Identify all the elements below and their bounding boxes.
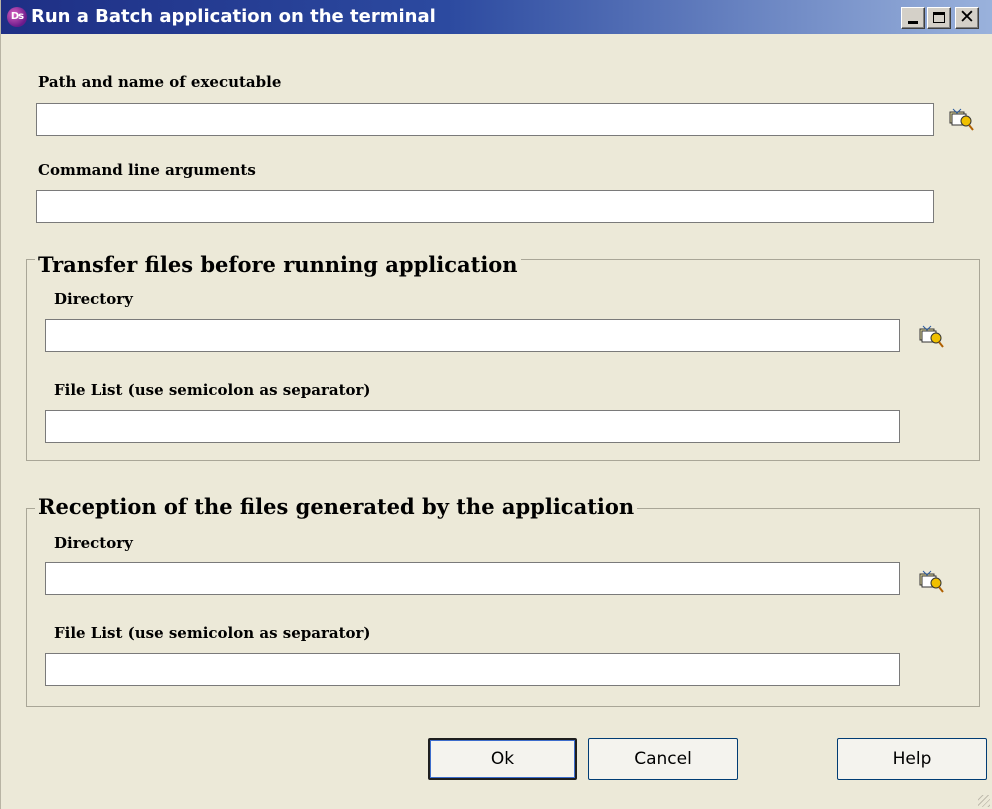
reception-directory-label: Directory [54,534,133,552]
close-button[interactable]: ✕ [955,7,979,29]
ok-button[interactable]: Ok [428,738,577,780]
run-batch-dialog: Ds Run a Batch application on the termin… [0,0,992,809]
reception-files-group-title: Reception of the files generated by the … [35,494,638,520]
command-line-arguments-input[interactable] [36,190,934,223]
maximize-button[interactable] [927,7,951,29]
resize-grip-icon[interactable] [978,795,990,807]
browse-folder-icon[interactable] [917,567,945,595]
transfer-file-list-label: File List (use semicolon as separator) [54,381,371,399]
app-logo-icon: Ds [7,7,27,27]
executable-path-input[interactable] [36,103,934,136]
transfer-files-group-title: Transfer files before running applicatio… [35,252,521,278]
executable-path-label: Path and name of executable [38,73,282,91]
transfer-directory-input[interactable] [45,319,900,352]
reception-file-list-input[interactable] [45,653,900,686]
minimize-button[interactable] [901,7,925,29]
window-title: Run a Batch application on the terminal [31,6,436,27]
minimize-icon [908,21,918,24]
reception-directory-input[interactable] [45,562,900,595]
transfer-file-list-input[interactable] [45,410,900,443]
reception-file-list-label: File List (use semicolon as separator) [54,624,371,642]
close-icon: ✕ [959,6,975,28]
cancel-button[interactable]: Cancel [588,738,738,780]
maximize-icon [933,12,945,23]
transfer-directory-label: Directory [54,290,133,308]
title-bar[interactable]: Ds Run a Batch application on the termin… [1,0,992,34]
browse-folder-icon[interactable] [947,105,975,133]
help-button[interactable]: Help [837,738,987,780]
command-line-arguments-label: Command line arguments [38,161,256,179]
browse-folder-icon[interactable] [917,322,945,350]
